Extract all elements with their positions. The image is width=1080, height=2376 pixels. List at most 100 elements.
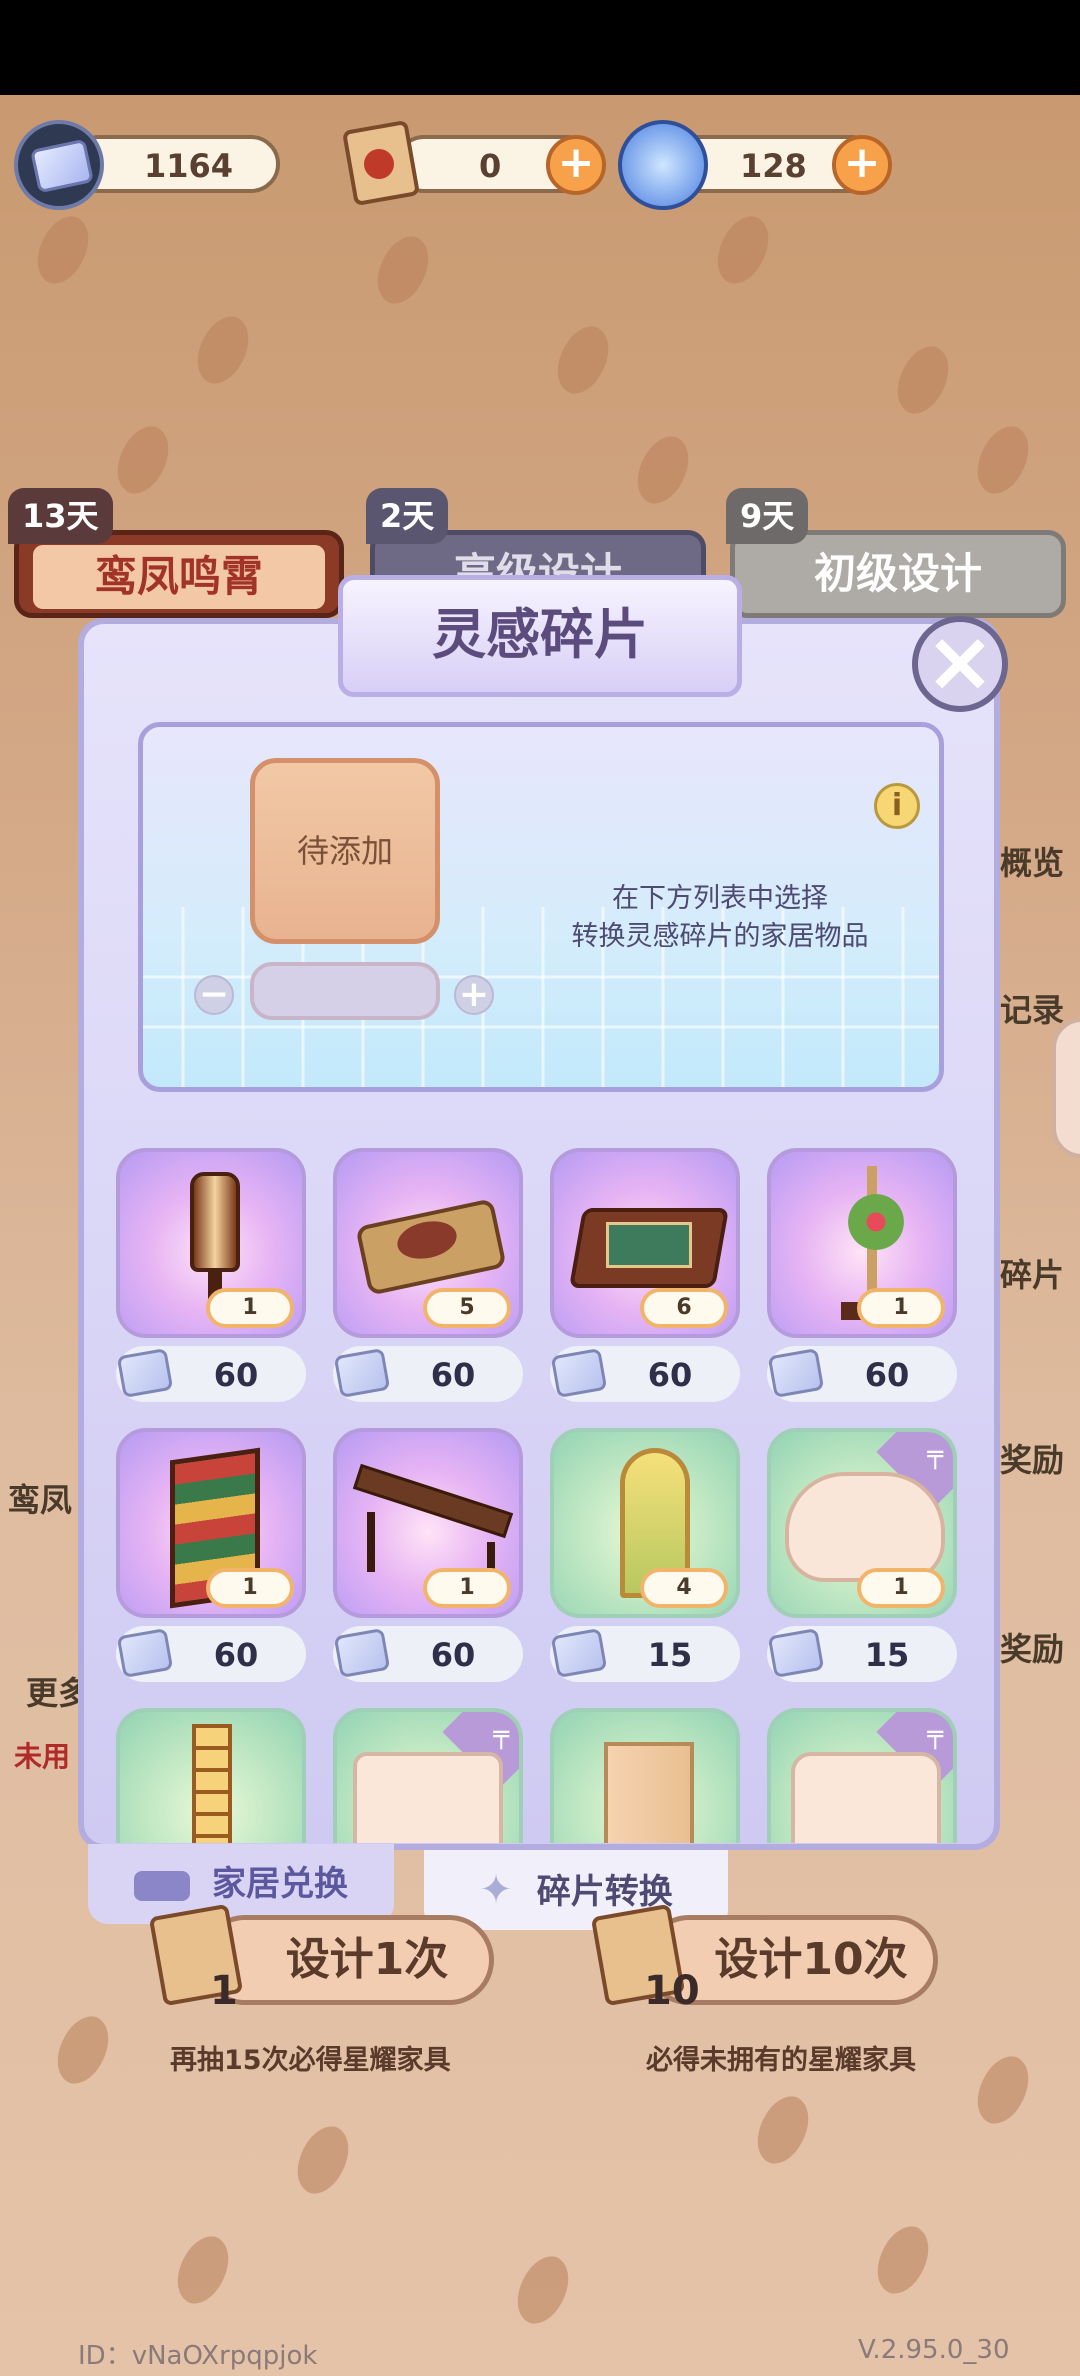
fragment-icon	[14, 120, 104, 210]
item-card[interactable]: 6 60	[550, 1148, 740, 1402]
quantity-field[interactable]	[250, 962, 440, 1020]
price-value: 60	[864, 1356, 910, 1394]
close-button[interactable]: ×	[912, 616, 1008, 712]
price-value: 60	[213, 1636, 259, 1674]
paint-roller-icon: ╤	[927, 1440, 943, 1470]
cloud-sofa-icon	[785, 1472, 945, 1582]
item-thumbnail[interactable]	[116, 1708, 306, 1843]
side-label-reward-2[interactable]: 奖励	[1000, 1624, 1064, 1670]
item-slot[interactable]: 待添加	[250, 758, 440, 944]
item-price: 60	[116, 1346, 306, 1402]
side-label-overview[interactable]: 概览	[1000, 838, 1064, 884]
side-label-reward[interactable]: 奖励	[1000, 1435, 1064, 1481]
hint-line-2: 转换灵感碎片的家居物品	[571, 921, 869, 952]
version-label: V.2.95.0_30	[858, 2335, 1010, 2365]
item-card[interactable]: 1 60	[116, 1428, 306, 1682]
player-id: ID：vNaOXrpqpjok	[78, 2341, 318, 2371]
item-price: 15	[550, 1626, 740, 1682]
item-price: 60	[333, 1626, 523, 1682]
plus-button[interactable]: +	[454, 975, 494, 1015]
item-quantity: 5	[423, 1288, 511, 1328]
fragment-icon	[550, 1347, 608, 1399]
side-avatar[interactable]	[1052, 1018, 1080, 1158]
convert-hint: 在下方列表中选择 转换灵感碎片的家居物品	[520, 880, 920, 956]
minus-button[interactable]: −	[194, 975, 234, 1015]
price-value: 60	[430, 1356, 476, 1394]
item-thumbnail[interactable]: 6	[550, 1148, 740, 1338]
swirl-icon	[618, 120, 708, 210]
sofa-icon	[134, 1870, 190, 1901]
item-quantity: 1	[206, 1568, 294, 1608]
item-card[interactable]: ╤	[767, 1708, 957, 1843]
draw-ten-count: 10	[644, 1968, 700, 2014]
curtain-door-icon	[604, 1742, 694, 1843]
banner-tab-label: 初级设计	[813, 549, 982, 598]
draw-ten-label: 设计10次	[714, 1934, 908, 1985]
wooden-bench-icon	[352, 1463, 514, 1539]
fragment-icon	[333, 1627, 391, 1679]
item-thumbnail[interactable]: 1	[333, 1428, 523, 1618]
days-badge: 9天	[726, 488, 809, 544]
lantern-icon	[190, 1172, 240, 1272]
item-card[interactable]	[116, 1708, 306, 1843]
bathtub-icon	[353, 1752, 503, 1843]
item-card[interactable]: 1 60	[333, 1428, 523, 1682]
item-thumbnail[interactable]	[550, 1708, 740, 1843]
add-gem-button[interactable]: +	[832, 135, 892, 195]
item-price: 60	[550, 1346, 740, 1402]
item-quantity: 1	[423, 1568, 511, 1608]
scroll-icon	[340, 115, 430, 207]
price-value: 60	[647, 1356, 693, 1394]
fragment-icon	[767, 1347, 825, 1399]
item-thumbnail[interactable]: 1	[116, 1148, 306, 1338]
draw-ten-note: 必得未拥有的星耀家具	[646, 2045, 916, 2076]
item-quantity: 1	[206, 1288, 294, 1328]
scroll-count: 0	[479, 147, 502, 185]
item-thumbnail[interactable]: ╤	[333, 1708, 523, 1843]
banner-tab-label: 鸾凤鸣霄	[33, 545, 325, 609]
item-thumbnail[interactable]: 5	[333, 1148, 523, 1338]
item-card[interactable]: ╤ 1 15	[767, 1428, 957, 1682]
item-thumbnail[interactable]: ╤	[767, 1708, 957, 1843]
item-card[interactable]: 5 60	[333, 1148, 523, 1402]
draw-once-note: 再抽15次必得星耀家具	[170, 2045, 451, 2076]
tab-label: 家居兑换	[212, 1864, 348, 1904]
fragment-count: 1164	[144, 147, 234, 185]
item-quantity: 1	[857, 1568, 945, 1608]
side-label-record[interactable]: 记录	[1000, 985, 1064, 1031]
price-value: 15	[647, 1636, 693, 1674]
item-price: 60	[333, 1346, 523, 1402]
tab-furniture-exchange[interactable]: 家居兑换	[88, 1844, 394, 1924]
item-card[interactable]: ╤	[333, 1708, 523, 1843]
price-value: 15	[864, 1636, 910, 1674]
fragment-icon	[333, 1347, 391, 1399]
hint-line-1: 在下方列表中选择	[612, 883, 828, 914]
fragment-icon	[767, 1627, 825, 1679]
item-grid: 1 60 5 60 6 60 1 60 1 60 1 60 4 15 ╤ 1 1…	[112, 1148, 962, 1843]
item-thumbnail[interactable]: 1	[767, 1148, 957, 1338]
fragment-icon	[116, 1627, 174, 1679]
item-thumbnail[interactable]: 4	[550, 1428, 740, 1618]
item-card[interactable]: 1 60	[116, 1148, 306, 1402]
info-icon[interactable]: i	[874, 783, 920, 829]
side-label-luanfeng[interactable]: 鸾凤	[8, 1475, 72, 1521]
side-label-fragments[interactable]: 碎片	[1000, 1250, 1064, 1296]
days-badge: 2天	[366, 488, 449, 544]
item-card[interactable]: 1 60	[767, 1148, 957, 1402]
fragment-icon	[550, 1627, 608, 1679]
item-thumbnail[interactable]: 1	[116, 1428, 306, 1618]
item-quantity: 4	[640, 1568, 728, 1608]
lattice-panel-icon	[192, 1724, 232, 1843]
item-price: 60	[116, 1626, 306, 1682]
item-card[interactable]	[550, 1708, 740, 1843]
item-card[interactable]: 4 15	[550, 1428, 740, 1682]
side-label-unused: 未用	[14, 1740, 71, 1773]
draw-once-count: 1	[210, 1968, 238, 2014]
modal-title: 灵感碎片	[338, 575, 742, 697]
days-badge: 13天	[8, 488, 113, 544]
status-bar	[0, 0, 1080, 95]
gem-count: 128	[740, 147, 807, 185]
item-thumbnail[interactable]: ╤ 1	[767, 1428, 957, 1618]
add-scroll-button[interactable]: +	[546, 135, 606, 195]
draw-once-button[interactable]: 设计1次	[200, 1915, 494, 2005]
